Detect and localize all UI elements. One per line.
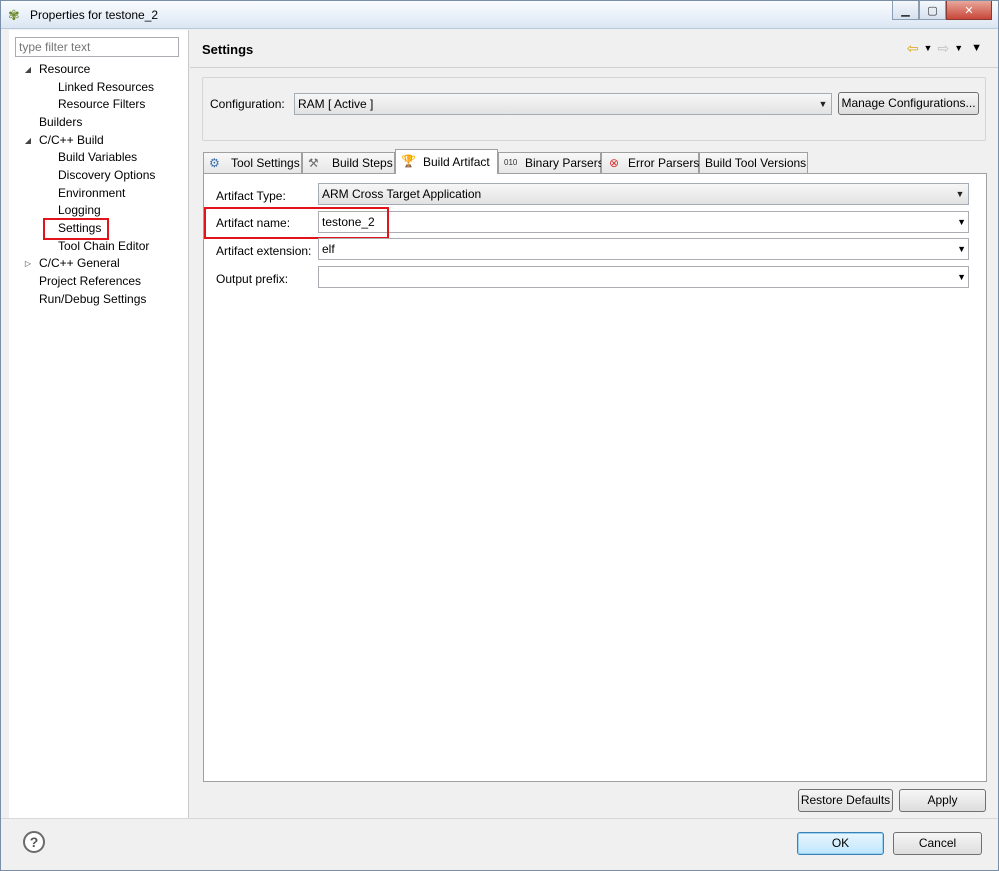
tab-label: Build Tool Versions	[705, 156, 807, 170]
tree-item-resource-filters[interactable]: Resource Filters	[58, 96, 145, 113]
tab-build-artifact[interactable]: 🏆 Build Artifact	[395, 149, 498, 174]
page-title: Settings	[202, 42, 254, 57]
view-menu-icon[interactable]: ▼	[971, 40, 982, 56]
tree-item-builders[interactable]: Builders	[39, 114, 82, 131]
tree-item-label: Resource	[39, 62, 91, 76]
minimize-button[interactable]: ▁	[892, 1, 919, 20]
artifact-extension-combo[interactable]: elf ▼	[318, 238, 969, 260]
configuration-group: Configuration: RAM [ Active ] ▼ Manage C…	[202, 77, 986, 141]
chevron-down-icon: ▼	[955, 189, 965, 199]
cancel-button[interactable]: Cancel	[893, 832, 982, 855]
tree-item-build-variables[interactable]: Build Variables	[58, 149, 137, 166]
artifact-type-select[interactable]: ARM Cross Target Application ▼	[318, 183, 969, 205]
tab-label: Build Artifact	[423, 155, 490, 169]
trophy-icon: 🏆	[401, 154, 416, 168]
forward-dropdown-icon[interactable]: ▼	[954, 40, 963, 56]
filter-input[interactable]	[15, 37, 179, 57]
window-title: Properties for testone_2	[30, 8, 159, 22]
tree-item-linked-resources[interactable]: Linked Resources	[58, 79, 154, 96]
artifact-name-combo[interactable]: testone_2 ▼	[318, 211, 969, 233]
expanded-arrow-icon[interactable]: ◢	[23, 61, 33, 78]
ok-button[interactable]: OK	[797, 832, 884, 855]
tab-binary-parsers[interactable]: 010 Binary Parsers	[498, 152, 604, 173]
back-dropdown-icon[interactable]: ▼	[924, 40, 933, 56]
tab-label: Binary Parsers	[525, 156, 604, 170]
tree-item-label: C/C++ General	[39, 256, 120, 270]
artifact-type-value: ARM Cross Target Application	[322, 187, 482, 201]
tree-item-label: Builders	[39, 115, 83, 129]
tree-item-label: Environment	[58, 186, 126, 200]
tab-label: Build Steps	[332, 156, 393, 170]
tree-item-label: Discovery Options	[58, 168, 156, 182]
minimize-icon: ▁	[901, 4, 910, 17]
close-button[interactable]: ✕	[946, 1, 992, 20]
tree-item-project-references[interactable]: Project References	[39, 273, 141, 290]
properties-dialog: ✾ Properties for testone_2 ▁ ▢ ✕ ◢ Resou…	[0, 0, 999, 871]
configuration-value: RAM [ Active ]	[298, 97, 374, 111]
settings-page: Settings ⇦ ▼ ⇨ ▼ ▼ Configuration: RAM [ …	[190, 30, 998, 818]
tree-item-label: Run/Debug Settings	[39, 292, 147, 306]
build-artifact-panel: Artifact Type: ARM Cross Target Applicat…	[203, 173, 987, 782]
apply-button[interactable]: Apply	[899, 789, 986, 812]
forward-arrow-icon[interactable]: ⇨	[937, 40, 949, 56]
output-prefix-label: Output prefix:	[216, 272, 289, 286]
maximize-icon: ▢	[927, 4, 938, 17]
hammer-icon: ⚒	[308, 156, 319, 170]
back-arrow-icon[interactable]: ⇦	[907, 40, 919, 56]
eclipse-project-icon: ✾	[8, 7, 20, 23]
configuration-label: Configuration:	[210, 97, 285, 111]
restore-defaults-button[interactable]: Restore Defaults	[798, 789, 893, 812]
binary-icon: 010	[504, 158, 518, 167]
artifact-extension-value: elf	[322, 242, 335, 256]
tree-item-label: Resource Filters	[58, 97, 146, 111]
gear-icon: ⚙	[209, 156, 220, 170]
close-icon: ✕	[964, 4, 974, 17]
history-nav: ⇦ ▼ ⇨ ▼ ▼	[907, 40, 982, 56]
artifact-name-highlight	[204, 207, 389, 239]
chevron-down-icon[interactable]: ▼	[957, 267, 966, 287]
tree-item-run-debug-settings[interactable]: Run/Debug Settings	[39, 291, 146, 308]
chevron-down-icon: ▼	[818, 99, 828, 109]
tree-item-label: C/C++ Build	[39, 133, 104, 147]
error-icon: ⊗	[609, 156, 620, 170]
tree-item-label: Linked Resources	[58, 80, 155, 94]
footer-separator	[1, 818, 998, 819]
tab-build-tool-versions[interactable]: Build Tool Versions	[699, 152, 808, 173]
help-icon[interactable]: ?	[23, 831, 45, 853]
navigation-panel: ◢ Resource Linked Resources Resource Fil…	[9, 30, 189, 818]
chevron-down-icon[interactable]: ▼	[957, 212, 966, 232]
artifact-extension-label: Artifact extension:	[216, 244, 312, 258]
tree-item-label: Tool Chain Editor	[58, 239, 150, 253]
tree-item-label: Project References	[39, 274, 142, 288]
tree-item-discovery-options[interactable]: Discovery Options	[58, 167, 155, 184]
collapsed-arrow-icon[interactable]: ▷	[23, 255, 33, 272]
chevron-down-icon[interactable]: ▼	[957, 239, 966, 259]
header-separator	[190, 67, 998, 68]
title-bar: ✾ Properties for testone_2 ▁ ▢ ✕	[1, 1, 998, 29]
manage-configurations-button[interactable]: Manage Configurations...	[838, 92, 979, 115]
tree-item-tool-chain-editor[interactable]: Tool Chain Editor	[58, 238, 149, 255]
selection-highlight	[43, 218, 109, 240]
artifact-type-label: Artifact Type:	[216, 189, 286, 203]
tree-item-label: Build Variables	[58, 150, 138, 164]
tab-label: Tool Settings	[231, 156, 300, 170]
maximize-button[interactable]: ▢	[919, 1, 946, 20]
tab-error-parsers[interactable]: ⊗ Error Parsers	[601, 152, 699, 173]
window-controls: ▁ ▢ ✕	[892, 1, 992, 21]
expanded-arrow-icon[interactable]: ◢	[23, 132, 33, 149]
tab-label: Error Parsers	[628, 156, 700, 170]
tree-item-environment[interactable]: Environment	[58, 185, 125, 202]
tab-build-steps[interactable]: ⚒ Build Steps	[302, 152, 395, 173]
tree-item-logging[interactable]: Logging	[58, 202, 101, 219]
output-prefix-combo[interactable]: ▼	[318, 266, 969, 288]
tab-tool-settings[interactable]: ⚙ Tool Settings	[203, 152, 302, 173]
configuration-select[interactable]: RAM [ Active ] ▼	[294, 93, 832, 115]
tree-item-label: Logging	[58, 203, 101, 217]
